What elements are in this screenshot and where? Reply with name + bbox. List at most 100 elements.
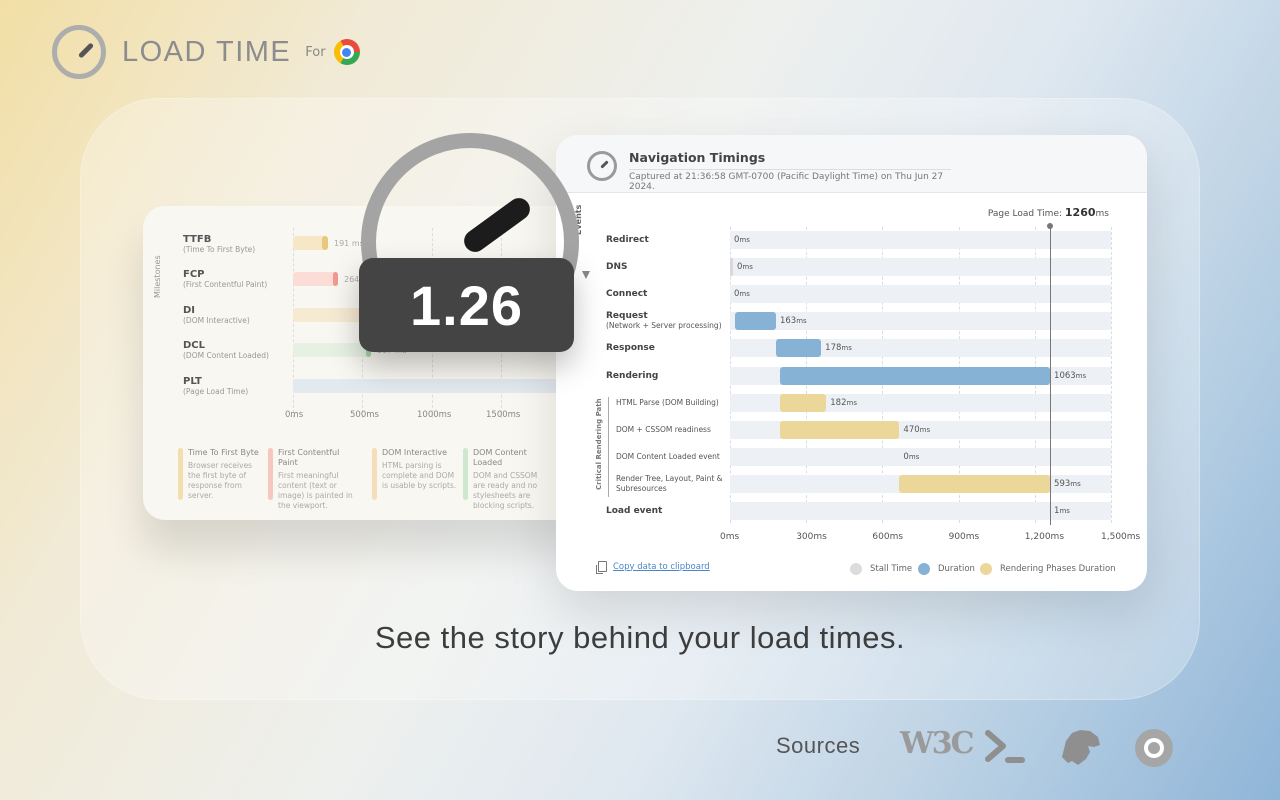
milestone-row: PLT (Page Load Time) [183, 376, 248, 396]
milestone-bar [293, 379, 583, 393]
chart-row-label: Request (Network + Server processing) [606, 311, 722, 331]
legend-rendering-phases: Rendering Phases Duration [980, 563, 1116, 575]
sources-label: Sources [776, 733, 861, 758]
stopwatch-logo-icon [52, 25, 106, 79]
milestone-row: DI (DOM Interactive) [183, 305, 250, 325]
page-load-time-marker-line [1047, 223, 1053, 525]
chart-row-label: Response [606, 343, 655, 354]
milestone-abbr: DI [183, 305, 196, 316]
beast-head-logo-icon [1062, 730, 1100, 765]
milestone-abbr: TTFB [183, 234, 212, 245]
legend-title: DOM Interactive [382, 448, 447, 457]
copy-label: Copy data to clipboard [613, 561, 710, 572]
chart-row-track [730, 285, 1111, 304]
milestone-full: (DOM Interactive) [183, 316, 250, 325]
chart-value-label: 0ms [734, 289, 750, 300]
chart-value-label: 470ms [903, 424, 931, 435]
legend-duration: Duration [918, 563, 975, 575]
milestone-legend-item: First Contentful Paint First meaningful … [268, 448, 354, 511]
milestone-abbr: PLT [183, 376, 202, 387]
terminal-prompt-icon [985, 730, 1025, 763]
chart-row-label: DOM Content Loaded event [616, 451, 720, 461]
milestone-full: (Page Load Time) [183, 387, 249, 396]
milestone-full: (Time To First Byte) [183, 245, 256, 254]
legend-desc: DOM and CSSOM are ready and no styleshee… [473, 471, 538, 510]
legend-label: Stall Time [870, 564, 913, 574]
milestone-bar [293, 272, 338, 286]
milestone-legend-item: DOM Content Loaded DOM and CSSOM are rea… [463, 448, 549, 511]
brand-for-label: For [305, 44, 326, 60]
down-arrow-icon [582, 271, 590, 279]
load-time-badge: 1.26 [359, 258, 574, 352]
milestone-row: FCP (First Contentful Paint) [183, 269, 267, 289]
milestone-abbr: DCL [183, 340, 206, 351]
chart-row-label: Render Tree, Layout, Paint & Subresource… [616, 473, 723, 493]
milestone-bar-marker [322, 236, 328, 250]
milestones-axis-label: Milestones [153, 255, 162, 298]
milestone-bar-marker [333, 272, 338, 286]
chart-row-track [730, 231, 1111, 249]
critical-rendering-path-label: Critical Rendering Path [595, 398, 603, 490]
milestone-tick: 1000ms [417, 410, 452, 420]
chart-bar [780, 420, 900, 439]
w3c-logo-icon: W3C [900, 726, 974, 761]
stopwatch-icon [587, 151, 617, 181]
chart-x-tick: 1,200ms [1024, 532, 1065, 542]
legend-dot [850, 563, 862, 575]
chart-row-label: Redirect [606, 235, 649, 245]
milestone-tick: 500ms [350, 410, 379, 420]
chart-value-label: 1ms [1054, 506, 1070, 516]
plt-value: 1260 [1064, 206, 1096, 219]
chart-row-label: Load event [606, 506, 663, 516]
chart-row-label: Connect [606, 289, 648, 300]
chart-row-track [730, 447, 1111, 466]
milestone-full: (First Contentful Paint) [183, 280, 268, 289]
legend-label: Rendering Phases Duration [1000, 564, 1116, 574]
milestone-abbr: FCP [183, 269, 205, 280]
brand-title: LOAD TIME [122, 35, 292, 68]
copy-icon [598, 561, 607, 572]
plt-unit: ms [1095, 209, 1109, 219]
legend-dot [918, 563, 930, 575]
chart-row-sublabel: (Network + Server processing) [606, 321, 722, 331]
chart-value-label: 178ms [825, 343, 852, 354]
chart-bar [734, 312, 776, 331]
legend-title: DOM Content Loaded [473, 448, 527, 467]
legend-stall: Stall Time [850, 563, 912, 575]
copy-to-clipboard-link[interactable]: Copy data to clipboard [598, 561, 710, 572]
chart-value-label: 593ms [1054, 478, 1081, 489]
brand-header: LOAD TIME For [52, 25, 360, 79]
chart-x-tick: 300ms [796, 532, 827, 542]
milestone-tick: 1500ms [486, 410, 521, 420]
chart-value-label: 0ms [734, 235, 750, 245]
chrome-grey-icon [1135, 729, 1173, 767]
chart-row-label: DNS [606, 262, 628, 273]
chart-value-label: 1063ms [1054, 370, 1087, 381]
milestone-full: (DOM Content Loaded) [183, 351, 269, 360]
chart-row-label: Rendering [606, 370, 659, 381]
chart-x-tick: 1,500ms [1101, 532, 1141, 542]
legend-label: Duration [938, 564, 975, 574]
chart-value-label: 163ms [779, 316, 807, 327]
milestone-row: TTFB (Time To First Byte) [183, 234, 255, 254]
navigation-timings-card: Navigation Timings Captured at 21:36:58 … [556, 135, 1147, 591]
chart-bar [780, 366, 1051, 385]
milestone-tick: 0ms [285, 410, 304, 420]
chart-x-tick: 0ms [720, 532, 740, 542]
chart-row-label: HTML Parse (DOM Building) [616, 397, 719, 407]
captured-timestamp: Captured at 21:36:58 GMT-0700 (Pacific D… [629, 169, 951, 192]
chart-value-label: 0ms [737, 262, 753, 273]
milestone-value: 191 ms [334, 239, 364, 248]
chrome-icon [333, 39, 360, 65]
legend-title: First Contentful Paint [278, 448, 340, 467]
chart-bar [780, 393, 827, 412]
legend-dot [980, 563, 992, 575]
navigation-header: Navigation Timings Captured at 21:36:58 … [556, 135, 1147, 193]
tagline: See the story behind your load times. [374, 620, 906, 655]
milestone-legend-item: Time To First Byte Browser receives the … [178, 448, 264, 501]
navigation-title: Navigation Timings [629, 150, 766, 165]
chart-x-tick: 600ms [872, 532, 904, 542]
chart-grid-line [1111, 227, 1112, 523]
legend-desc: Browser receives the first byte of respo… [188, 461, 253, 500]
page-load-time: Page Load Time: 1260ms [988, 206, 1109, 219]
